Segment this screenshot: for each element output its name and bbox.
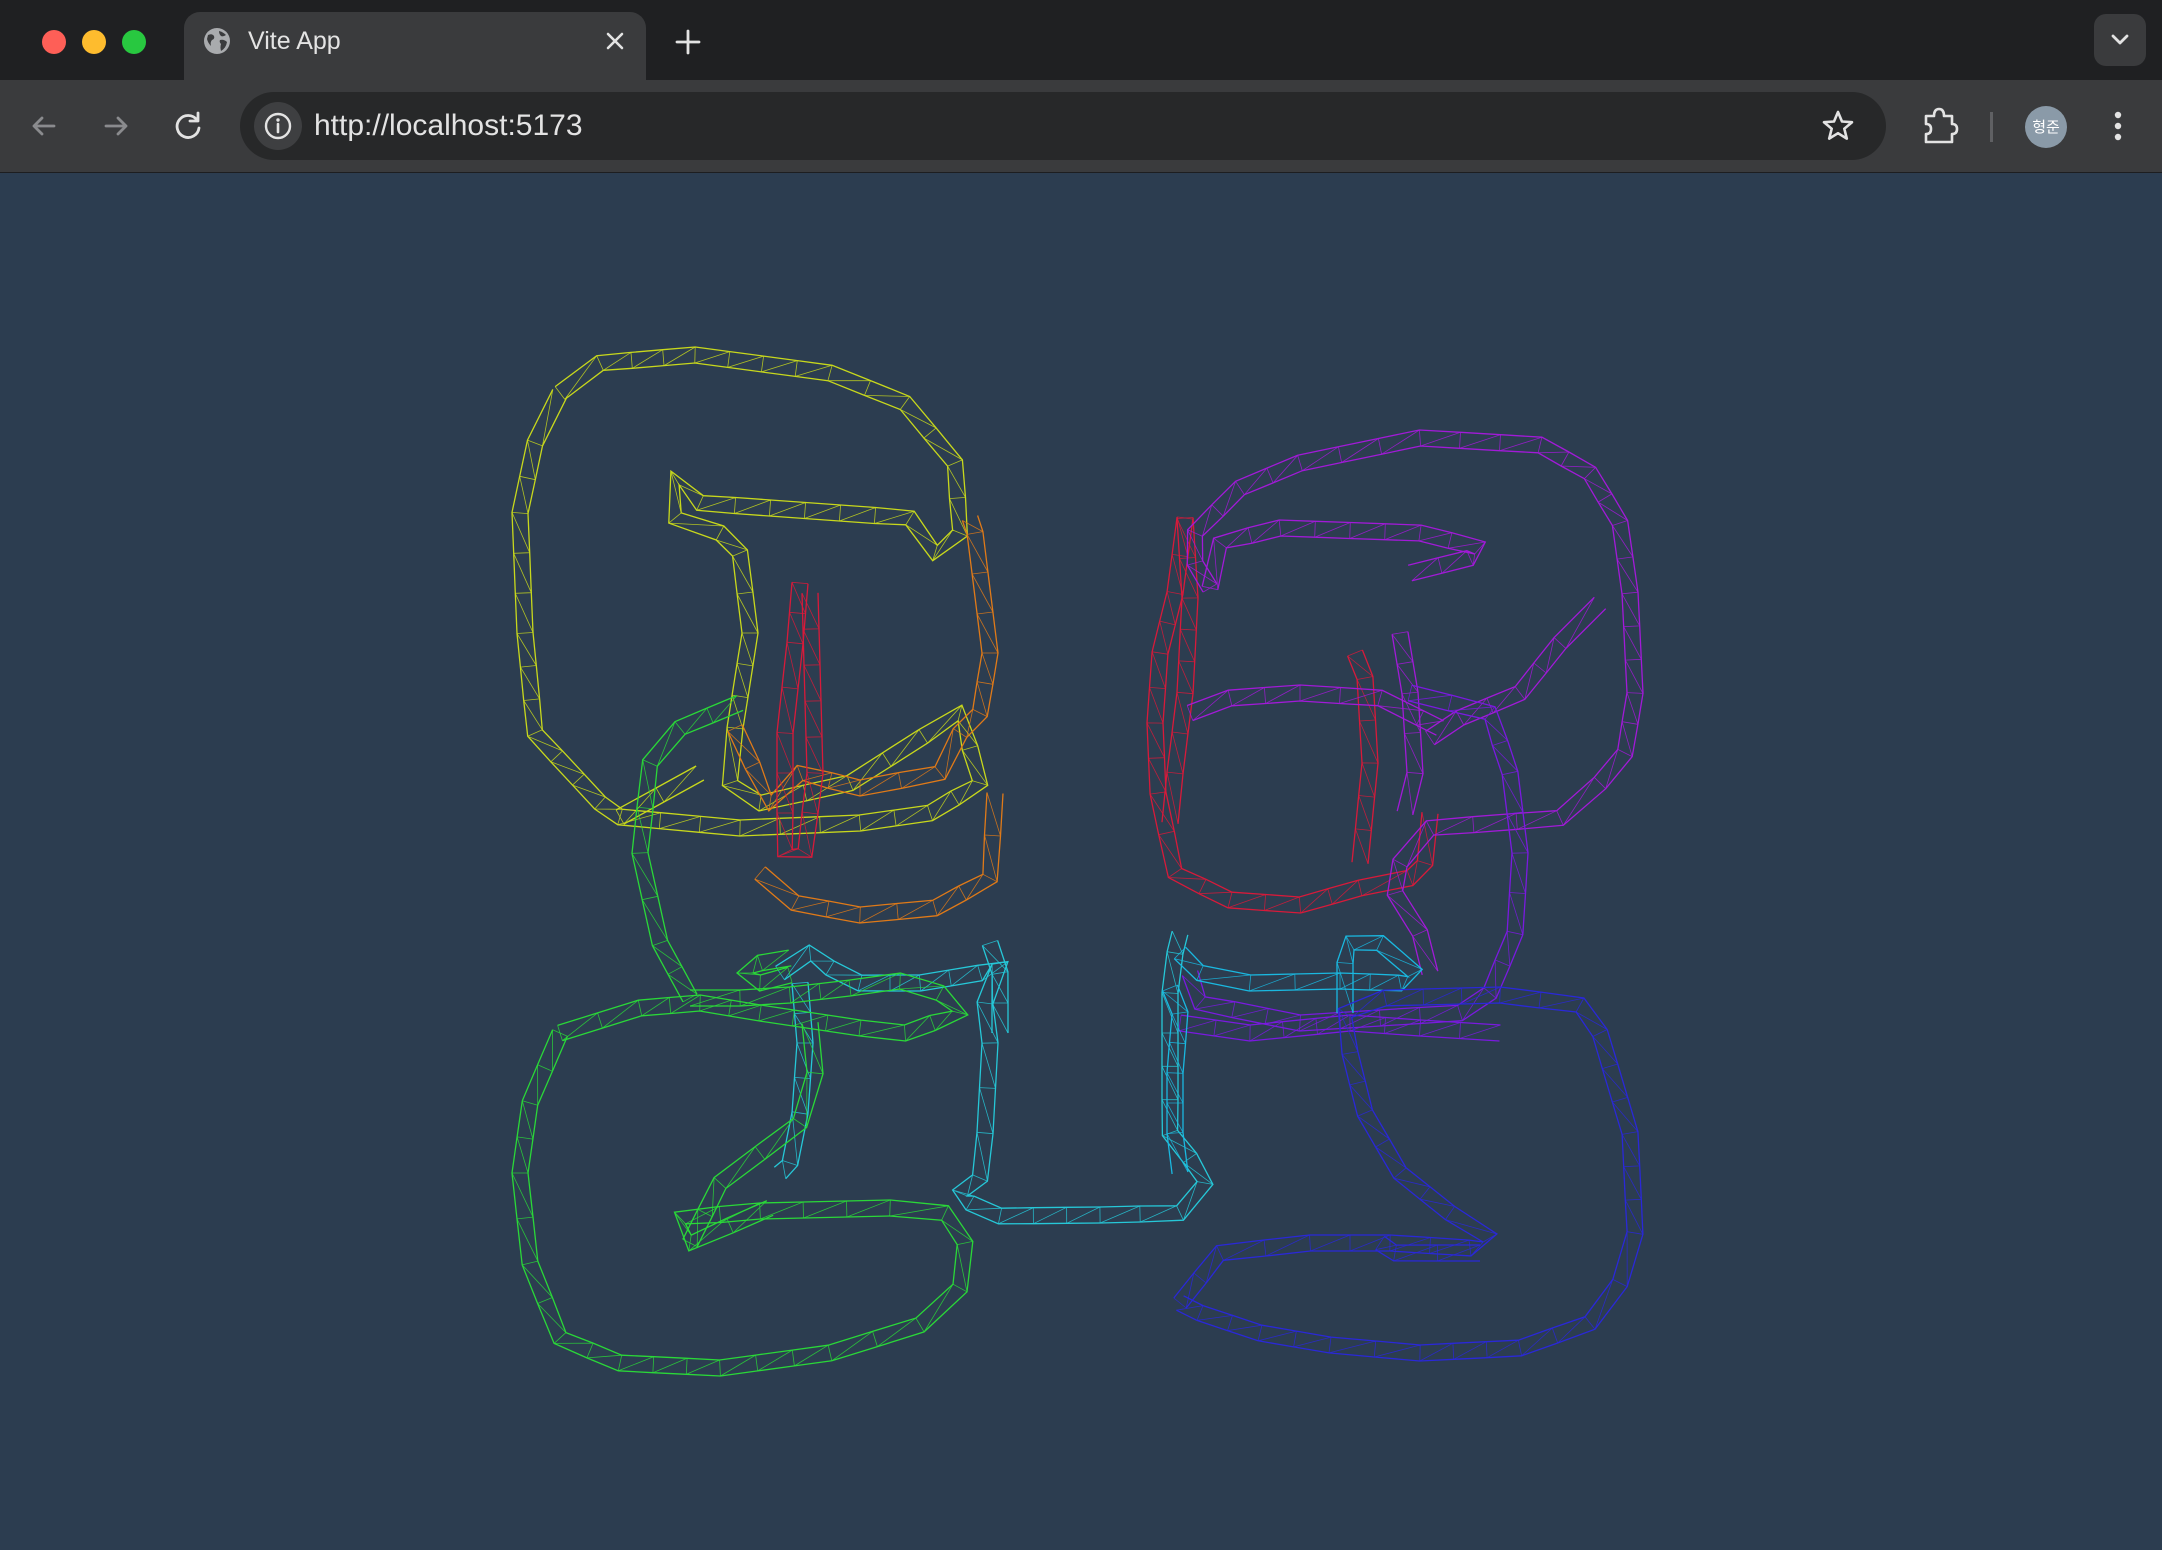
tube-edge [1196,700,1513,1016]
wireframe-curve-20 [1161,984,1189,1175]
tube-triangles [1182,685,1529,1032]
tube-triangles [727,520,999,812]
tube-edge [511,346,989,837]
wireframe-curve-22 [557,972,969,1042]
tube-edge [1173,986,1644,1362]
info-icon[interactable] [254,102,302,150]
tube-edge [631,694,738,1003]
chevron-down-icon [2111,34,2129,45]
tube-triangles [511,346,989,837]
wireframe-curve-14 [1181,684,1529,1032]
tube-edge [1185,946,1410,1013]
wireframe-curve-24 [511,1029,974,1377]
wireframe-curve-12 [1186,684,1444,736]
tube-edge [1177,517,1199,824]
threejs-canvas[interactable] [0,173,2162,1550]
wireframe-curve-8 [1346,649,1379,864]
wireframe-curve-21 [735,949,793,992]
wireframe-curve-1 [511,346,989,837]
tube-triangles [776,581,824,858]
wireframe-curve-9 [1201,519,1487,591]
tube-edge [1186,684,1444,722]
arrow-right-icon[interactable] [96,106,136,146]
minimize-window-button[interactable] [82,30,106,54]
tube-edge [741,520,983,797]
star-icon[interactable] [1820,108,1856,144]
tube-triangles [631,695,738,1003]
tube-edge [1183,1002,1628,1346]
tube-edge [527,1035,958,1361]
tube-edge [1346,655,1363,863]
tube-triangles [1187,429,1644,972]
close-icon[interactable] [600,26,630,56]
tube-edge [1192,700,1437,736]
toolbar-divider [1990,112,1993,142]
tube-triangles [557,972,968,1042]
tube-edge [562,972,969,1042]
tube-edge [784,934,1214,1225]
puzzle-icon[interactable] [1920,104,1960,148]
tube-edge [1217,535,1475,590]
tube-edge [1181,684,1529,1032]
wireframe-curve-5 [776,581,824,858]
wireframe-curve-13 [1425,596,1607,746]
tube-edge [750,965,792,976]
address-bar[interactable]: http://localhost:5173 [240,92,1886,160]
plus-icon[interactable] [670,24,706,60]
arrow-left-icon[interactable] [24,106,64,146]
tube-edge [1186,429,1644,972]
url-text[interactable]: http://localhost:5173 [314,109,583,143]
kebab-menu-icon[interactable] [2100,106,2136,146]
tube-edge [727,515,999,812]
tab-search-button[interactable] [2094,14,2146,66]
wireframe-curve-11 [1391,631,1424,816]
wireframe-curve-16 [775,930,1214,1225]
tube-triangles [775,930,1214,1225]
tube-edge [1391,634,1408,812]
tube-edge [527,362,974,821]
tube-edge [511,1029,974,1377]
tube-triangles [1173,986,1644,1362]
tab-title: Vite App [248,27,341,55]
avatar[interactable]: 형준 [2025,106,2067,148]
tube-edge [1434,608,1607,746]
wireframe-curve-19 [1173,935,1424,1014]
tube-edge [1178,1030,1500,1042]
page-viewport [0,173,2162,1550]
toolbar: http://localhost:5173 형준 [0,80,2162,173]
tube-edge [981,945,993,1033]
close-window-button[interactable] [42,30,66,54]
tab-active[interactable]: Vite App [184,12,646,80]
wireframe-curve-3 [727,515,999,812]
browser-window: Vite App http://localhost:5173 형준 [0,0,2162,1550]
tube-triangles [1425,597,1595,745]
globe-icon [202,26,232,56]
tube-edge [764,792,988,908]
tube-edge [1201,519,1487,587]
maximize-window-button[interactable] [122,30,146,54]
reload-icon[interactable] [168,106,208,146]
tube-edge [773,983,798,1168]
tube-edge [1407,631,1424,816]
wireframe-curve-26 [1173,986,1644,1362]
tab-strip: Vite App [0,0,2162,80]
tube-triangles [511,1029,974,1377]
